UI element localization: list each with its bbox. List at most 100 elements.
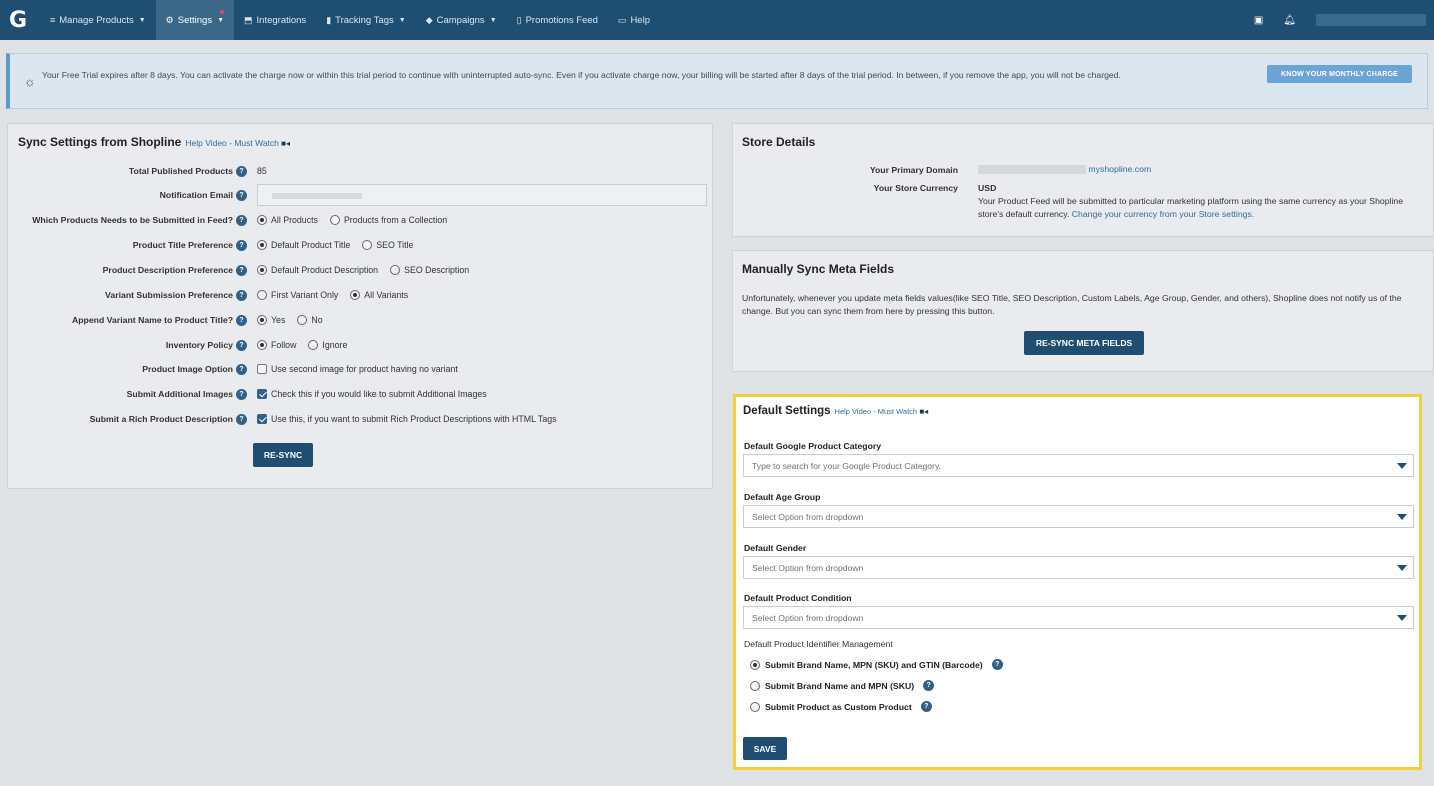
additional-images-row: Submit Additional Images ? Check this if… (8, 387, 708, 401)
identifier-management-label: Default Product Identifier Management (744, 639, 893, 649)
radio-seo-description[interactable] (390, 265, 401, 275)
notification-email-input[interactable] (257, 184, 707, 206)
help-icon[interactable]: ? (236, 264, 247, 276)
know-monthly-charge-button[interactable]: KNOW YOUR MONTHLY CHARGE (1267, 65, 1412, 83)
nav-tracking-tags[interactable]: ▮ Tracking Tags ▼ (316, 0, 416, 40)
dropdown-arrow-icon (1397, 565, 1407, 571)
radio-custom-product[interactable] (750, 701, 760, 712)
default-description-label: Default Product Description (271, 265, 379, 275)
re-sync-meta-fields-button[interactable]: RE-SYNC META FIELDS (1024, 331, 1144, 355)
nav-help[interactable]: ▭ Help (608, 0, 660, 40)
append-variant-row: Append Variant Name to Product Title? ? … (8, 313, 708, 327)
inventory-policy-row: Inventory Policy ? Follow Ignore (8, 338, 708, 352)
radio-inventory-follow[interactable] (257, 340, 267, 350)
image-option-label: Product Image Option (142, 364, 233, 374)
help-icon[interactable]: ? (236, 363, 247, 375)
caret-down-icon: ▼ (138, 16, 146, 24)
change-currency-link[interactable]: Change your currency from your Store set… (1072, 209, 1255, 219)
radio-all-products[interactable] (257, 215, 267, 225)
help-icon[interactable]: ? (236, 189, 247, 201)
help-icon[interactable]: ? (236, 339, 247, 351)
notification-dot (220, 10, 225, 14)
gender-placeholder: Select Option from dropdown (752, 562, 864, 573)
gender-label: Default Gender (744, 543, 807, 553)
nav-integrations-label: Integrations (256, 14, 307, 26)
product-condition-select[interactable]: Select Option from dropdown (743, 606, 1414, 629)
nav-promotions-feed-label: Promotions Feed (525, 14, 598, 26)
help-icon[interactable]: ? (923, 680, 935, 691)
domain-redacted (978, 165, 1086, 175)
nav-settings-label: Settings (177, 14, 213, 26)
radio-brand-mpn[interactable] (750, 680, 760, 691)
variant-submission-row: Variant Submission Preference ? First Va… (8, 288, 708, 302)
radio-products-from-collection[interactable] (329, 215, 340, 225)
radio-append-yes[interactable] (257, 315, 267, 325)
checkbox-additional-images[interactable] (257, 389, 267, 399)
checkbox-rich-description[interactable] (257, 414, 267, 424)
default-settings-help-video-link[interactable]: Help Video - Must Watch (835, 407, 918, 416)
rich-description-text: Use this, if you want to submit Rich Pro… (271, 414, 557, 424)
store-currency-value: USD (978, 183, 997, 193)
help-icon[interactable]: ? (920, 701, 932, 712)
bar-chart-icon: ▮ (326, 14, 332, 25)
help-icon[interactable]: ? (236, 239, 247, 251)
trial-banner-text: Your Free Trial expires after 8 days. Yo… (42, 70, 1121, 80)
additional-images-text: Check this if you would like to submit A… (271, 389, 487, 399)
help-icon[interactable]: ? (991, 659, 1003, 670)
google-category-select[interactable]: Type to search for your Google Product C… (743, 454, 1414, 477)
radio-default-description[interactable] (257, 265, 267, 275)
app-logo[interactable]: G (0, 0, 36, 40)
identifier-option-2[interactable]: Submit Brand Name and MPN (SKU) ? (750, 680, 935, 691)
checkbox-second-image[interactable] (257, 364, 267, 374)
which-products-row: Which Products Needs to be Submitted in … (8, 213, 708, 227)
brand-mpn-label: Submit Brand Name and MPN (SKU) (765, 680, 915, 691)
nav-promotions-feed[interactable]: ▯ Promotions Feed (507, 0, 608, 40)
id-card-icon[interactable]: ▣ (1254, 15, 1263, 26)
notification-email-label: Notification Email (159, 190, 233, 200)
radio-brand-mpn-gtin[interactable] (750, 659, 760, 670)
help-icon[interactable]: ? (236, 388, 247, 400)
nav-integrations[interactable]: ⬒ Integrations (234, 0, 316, 40)
trial-banner: ☼ Your Free Trial expires after 8 days. … (6, 53, 1428, 109)
gender-select[interactable]: Select Option from dropdown (743, 556, 1414, 579)
help-icon[interactable]: ? (236, 413, 247, 425)
title-preference-label: Product Title Preference (132, 240, 233, 250)
primary-domain-link[interactable]: myshopline.com (1088, 164, 1151, 174)
save-button[interactable]: SAVE (743, 737, 787, 760)
append-yes-label: Yes (271, 315, 286, 325)
help-icon[interactable]: ? (236, 289, 247, 301)
radio-append-no[interactable] (297, 315, 308, 325)
radio-all-variants[interactable] (350, 290, 361, 300)
help-icon[interactable]: ? (236, 165, 247, 177)
product-condition-label: Default Product Condition (744, 593, 852, 603)
identifier-option-3[interactable]: Submit Product as Custom Product ? (750, 701, 932, 712)
re-sync-button[interactable]: RE-SYNC (253, 443, 313, 467)
sync-help-video-link[interactable]: Help Video - Must Watch (185, 138, 279, 148)
append-no-label: No (311, 315, 323, 325)
radio-first-variant-only[interactable] (257, 290, 267, 300)
nav-tracking-tags-label: Tracking Tags (335, 14, 394, 26)
primary-domain-value: myshopline.com (978, 163, 1151, 176)
age-group-select[interactable]: Select Option from dropdown (743, 505, 1414, 528)
nav-right: ▣ 🔔︎ (1254, 0, 1426, 40)
title-preference-row: Product Title Preference ? Default Produ… (8, 238, 708, 252)
radio-inventory-ignore[interactable] (308, 340, 319, 350)
google-category-label: Default Google Product Category (744, 441, 882, 451)
store-details-title: Store Details (742, 135, 816, 149)
nav-campaigns[interactable]: ◆ Campaigns ▼ (416, 0, 507, 40)
google-category-placeholder: Type to search for your Google Product C… (752, 460, 941, 471)
radio-seo-title[interactable] (362, 240, 373, 250)
help-icon[interactable]: ? (236, 214, 247, 226)
store-details-card: Store Details Your Primary Domain myshop… (732, 123, 1434, 237)
nav-settings[interactable]: ⚙ Settings ▼ (155, 0, 235, 40)
user-menu[interactable] (1316, 14, 1426, 26)
custom-product-label: Submit Product as Custom Product (765, 701, 912, 712)
product-condition-placeholder: Select Option from dropdown (752, 612, 864, 623)
help-icon[interactable]: ? (236, 314, 247, 326)
nav-manage-products[interactable]: ≡ Manage Products ▼ (40, 0, 156, 40)
dropdown-arrow-icon (1397, 615, 1407, 621)
seo-title-label: SEO Title (376, 240, 414, 250)
identifier-option-1[interactable]: Submit Brand Name, MPN (SKU) and GTIN (B… (750, 659, 1003, 670)
bell-icon[interactable]: 🔔︎ (1283, 15, 1296, 26)
radio-default-title[interactable] (257, 240, 267, 250)
